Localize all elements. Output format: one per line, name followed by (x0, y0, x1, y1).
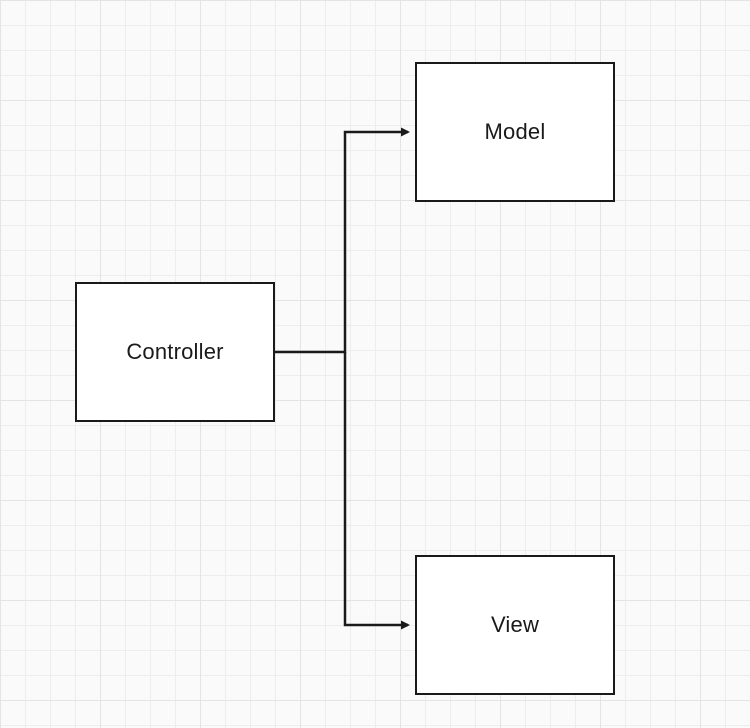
node-model-label: Model (485, 119, 546, 145)
node-view[interactable]: View (415, 555, 615, 695)
node-view-label: View (491, 612, 539, 638)
node-model[interactable]: Model (415, 62, 615, 202)
edge-controller-to-view (345, 352, 408, 625)
diagram-canvas[interactable]: Controller Model View (0, 0, 750, 728)
edge-controller-to-model (275, 132, 408, 352)
node-controller[interactable]: Controller (75, 282, 275, 422)
node-controller-label: Controller (126, 339, 223, 365)
